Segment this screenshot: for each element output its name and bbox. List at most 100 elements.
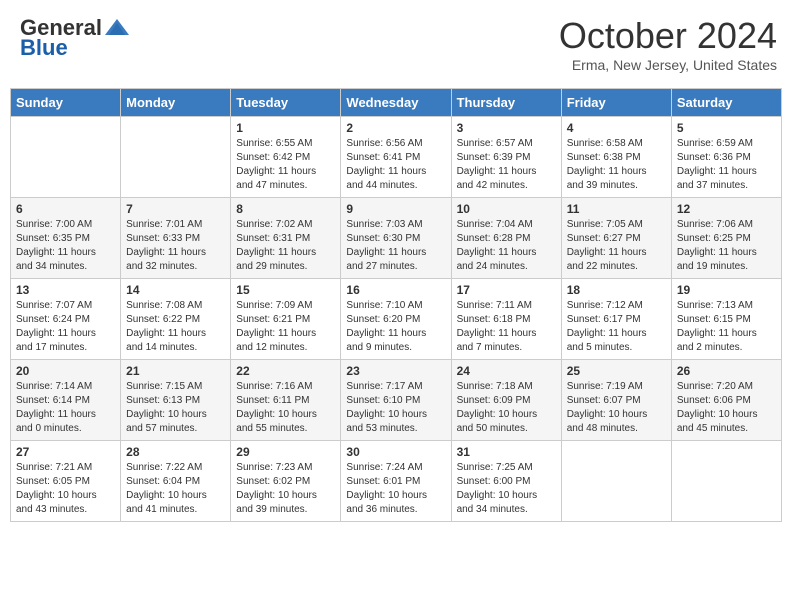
day-number: 7	[126, 202, 225, 216]
calendar-cell: 9 Sunrise: 7:03 AM Sunset: 6:30 PM Daylig…	[341, 198, 451, 279]
logo: General Blue	[20, 15, 132, 61]
calendar-cell: 10 Sunrise: 7:04 AM Sunset: 6:28 PM Dayli…	[451, 198, 561, 279]
day-info: Sunrise: 7:09 AM Sunset: 6:21 PM Dayligh…	[236, 299, 335, 355]
day-info: Sunrise: 7:17 AM Sunset: 6:10 PM Dayligh…	[346, 380, 445, 436]
day-info: Sunrise: 7:22 AM Sunset: 6:04 PM Dayligh…	[126, 461, 225, 517]
weekday-header: Saturday	[671, 89, 781, 117]
day-number: 18	[567, 283, 666, 297]
calendar-cell: 31 Sunrise: 7:25 AM Sunset: 6:00 PM Dayli…	[451, 441, 561, 522]
calendar-cell: 22 Sunrise: 7:16 AM Sunset: 6:11 PM Dayli…	[231, 360, 341, 441]
day-number: 3	[457, 121, 556, 135]
day-number: 10	[457, 202, 556, 216]
day-info: Sunrise: 7:13 AM Sunset: 6:15 PM Dayligh…	[677, 299, 776, 355]
weekday-header: Friday	[561, 89, 671, 117]
day-number: 13	[16, 283, 115, 297]
day-number: 16	[346, 283, 445, 297]
calendar-cell	[11, 117, 121, 198]
day-info: Sunrise: 7:23 AM Sunset: 6:02 PM Dayligh…	[236, 461, 335, 517]
calendar-cell: 4 Sunrise: 6:58 AM Sunset: 6:38 PM Daylig…	[561, 117, 671, 198]
calendar-cell: 16 Sunrise: 7:10 AM Sunset: 6:20 PM Dayli…	[341, 279, 451, 360]
calendar-week-row: 1Sunrise: 6:55 AM Sunset: 6:42 PM Daylig…	[11, 117, 782, 198]
weekday-header: Wednesday	[341, 89, 451, 117]
day-number: 27	[16, 445, 115, 459]
calendar-cell: 17Sunrise: 7:11 AM Sunset: 6:18 PM Dayli…	[451, 279, 561, 360]
day-info: Sunrise: 7:03 AM Sunset: 6:30 PM Dayligh…	[346, 218, 445, 274]
day-number: 8	[236, 202, 335, 216]
calendar-cell: 6 Sunrise: 7:00 AM Sunset: 6:35 PM Daylig…	[11, 198, 121, 279]
calendar-week-row: 20Sunrise: 7:14 AM Sunset: 6:14 PM Dayli…	[11, 360, 782, 441]
day-number: 4	[567, 121, 666, 135]
calendar-cell	[671, 441, 781, 522]
calendar-cell: 7 Sunrise: 7:01 AM Sunset: 6:33 PM Daylig…	[121, 198, 231, 279]
day-number: 24	[457, 364, 556, 378]
day-number: 29	[236, 445, 335, 459]
day-number: 5	[677, 121, 776, 135]
calendar-cell: 26 Sunrise: 7:20 AM Sunset: 6:06 PM Dayli…	[671, 360, 781, 441]
day-info: Sunrise: 7:21 AM Sunset: 6:05 PM Dayligh…	[16, 461, 115, 517]
calendar-cell	[561, 441, 671, 522]
calendar-week-row: 6 Sunrise: 7:00 AM Sunset: 6:35 PM Daylig…	[11, 198, 782, 279]
logo-blue: Blue	[20, 35, 68, 61]
day-info: Sunrise: 7:01 AM Sunset: 6:33 PM Dayligh…	[126, 218, 225, 274]
day-number: 22	[236, 364, 335, 378]
day-number: 14	[126, 283, 225, 297]
page-header: General Blue October 2024 Erma, New Jers…	[10, 10, 782, 78]
day-info: Sunrise: 6:57 AM Sunset: 6:39 PM Dayligh…	[457, 137, 556, 193]
calendar-cell: 3 Sunrise: 6:57 AM Sunset: 6:39 PM Daylig…	[451, 117, 561, 198]
logo-icon	[103, 17, 131, 39]
day-info: Sunrise: 6:56 AM Sunset: 6:41 PM Dayligh…	[346, 137, 445, 193]
calendar-cell: 15 Sunrise: 7:09 AM Sunset: 6:21 PM Dayli…	[231, 279, 341, 360]
day-number: 11	[567, 202, 666, 216]
calendar-cell: 27 Sunrise: 7:21 AM Sunset: 6:05 PM Dayli…	[11, 441, 121, 522]
day-info: Sunrise: 6:58 AM Sunset: 6:38 PM Dayligh…	[567, 137, 666, 193]
month-title: October 2024	[559, 15, 777, 57]
weekday-header: Sunday	[11, 89, 121, 117]
calendar-cell: 1Sunrise: 6:55 AM Sunset: 6:42 PM Daylig…	[231, 117, 341, 198]
day-info: Sunrise: 7:12 AM Sunset: 6:17 PM Dayligh…	[567, 299, 666, 355]
day-number: 23	[346, 364, 445, 378]
day-info: Sunrise: 6:55 AM Sunset: 6:42 PM Dayligh…	[236, 137, 335, 193]
day-info: Sunrise: 7:05 AM Sunset: 6:27 PM Dayligh…	[567, 218, 666, 274]
day-info: Sunrise: 7:19 AM Sunset: 6:07 PM Dayligh…	[567, 380, 666, 436]
calendar-cell: 24 Sunrise: 7:18 AM Sunset: 6:09 PM Dayli…	[451, 360, 561, 441]
day-info: Sunrise: 7:10 AM Sunset: 6:20 PM Dayligh…	[346, 299, 445, 355]
day-number: 19	[677, 283, 776, 297]
calendar-cell: 29 Sunrise: 7:23 AM Sunset: 6:02 PM Dayli…	[231, 441, 341, 522]
day-info: Sunrise: 7:04 AM Sunset: 6:28 PM Dayligh…	[457, 218, 556, 274]
day-number: 9	[346, 202, 445, 216]
calendar-cell: 20Sunrise: 7:14 AM Sunset: 6:14 PM Dayli…	[11, 360, 121, 441]
calendar-cell: 30Sunrise: 7:24 AM Sunset: 6:01 PM Dayli…	[341, 441, 451, 522]
calendar-cell: 18 Sunrise: 7:12 AM Sunset: 6:17 PM Dayli…	[561, 279, 671, 360]
day-number: 31	[457, 445, 556, 459]
day-info: Sunrise: 7:15 AM Sunset: 6:13 PM Dayligh…	[126, 380, 225, 436]
day-number: 15	[236, 283, 335, 297]
day-number: 26	[677, 364, 776, 378]
day-info: Sunrise: 7:20 AM Sunset: 6:06 PM Dayligh…	[677, 380, 776, 436]
calendar-cell: 21Sunrise: 7:15 AM Sunset: 6:13 PM Dayli…	[121, 360, 231, 441]
day-info: Sunrise: 7:18 AM Sunset: 6:09 PM Dayligh…	[457, 380, 556, 436]
location: Erma, New Jersey, United States	[559, 57, 777, 73]
day-number: 6	[16, 202, 115, 216]
day-info: Sunrise: 7:06 AM Sunset: 6:25 PM Dayligh…	[677, 218, 776, 274]
day-info: Sunrise: 7:24 AM Sunset: 6:01 PM Dayligh…	[346, 461, 445, 517]
calendar-cell: 28 Sunrise: 7:22 AM Sunset: 6:04 PM Dayli…	[121, 441, 231, 522]
day-info: Sunrise: 7:07 AM Sunset: 6:24 PM Dayligh…	[16, 299, 115, 355]
day-info: Sunrise: 7:14 AM Sunset: 6:14 PM Dayligh…	[16, 380, 115, 436]
day-info: Sunrise: 7:00 AM Sunset: 6:35 PM Dayligh…	[16, 218, 115, 274]
weekday-header: Monday	[121, 89, 231, 117]
day-info: Sunrise: 7:25 AM Sunset: 6:00 PM Dayligh…	[457, 461, 556, 517]
title-block: October 2024 Erma, New Jersey, United St…	[559, 15, 777, 73]
calendar-cell: 14 Sunrise: 7:08 AM Sunset: 6:22 PM Dayli…	[121, 279, 231, 360]
calendar-cell: 8 Sunrise: 7:02 AM Sunset: 6:31 PM Daylig…	[231, 198, 341, 279]
day-info: Sunrise: 7:08 AM Sunset: 6:22 PM Dayligh…	[126, 299, 225, 355]
calendar-cell: 2Sunrise: 6:56 AM Sunset: 6:41 PM Daylig…	[341, 117, 451, 198]
calendar-cell: 12Sunrise: 7:06 AM Sunset: 6:25 PM Dayli…	[671, 198, 781, 279]
calendar-cell: 13 Sunrise: 7:07 AM Sunset: 6:24 PM Dayli…	[11, 279, 121, 360]
day-number: 17	[457, 283, 556, 297]
calendar-cell: 25Sunrise: 7:19 AM Sunset: 6:07 PM Dayli…	[561, 360, 671, 441]
calendar-cell	[121, 117, 231, 198]
day-info: Sunrise: 7:16 AM Sunset: 6:11 PM Dayligh…	[236, 380, 335, 436]
day-number: 28	[126, 445, 225, 459]
day-info: Sunrise: 7:02 AM Sunset: 6:31 PM Dayligh…	[236, 218, 335, 274]
calendar-table: SundayMondayTuesdayWednesdayThursdayFrid…	[10, 88, 782, 522]
